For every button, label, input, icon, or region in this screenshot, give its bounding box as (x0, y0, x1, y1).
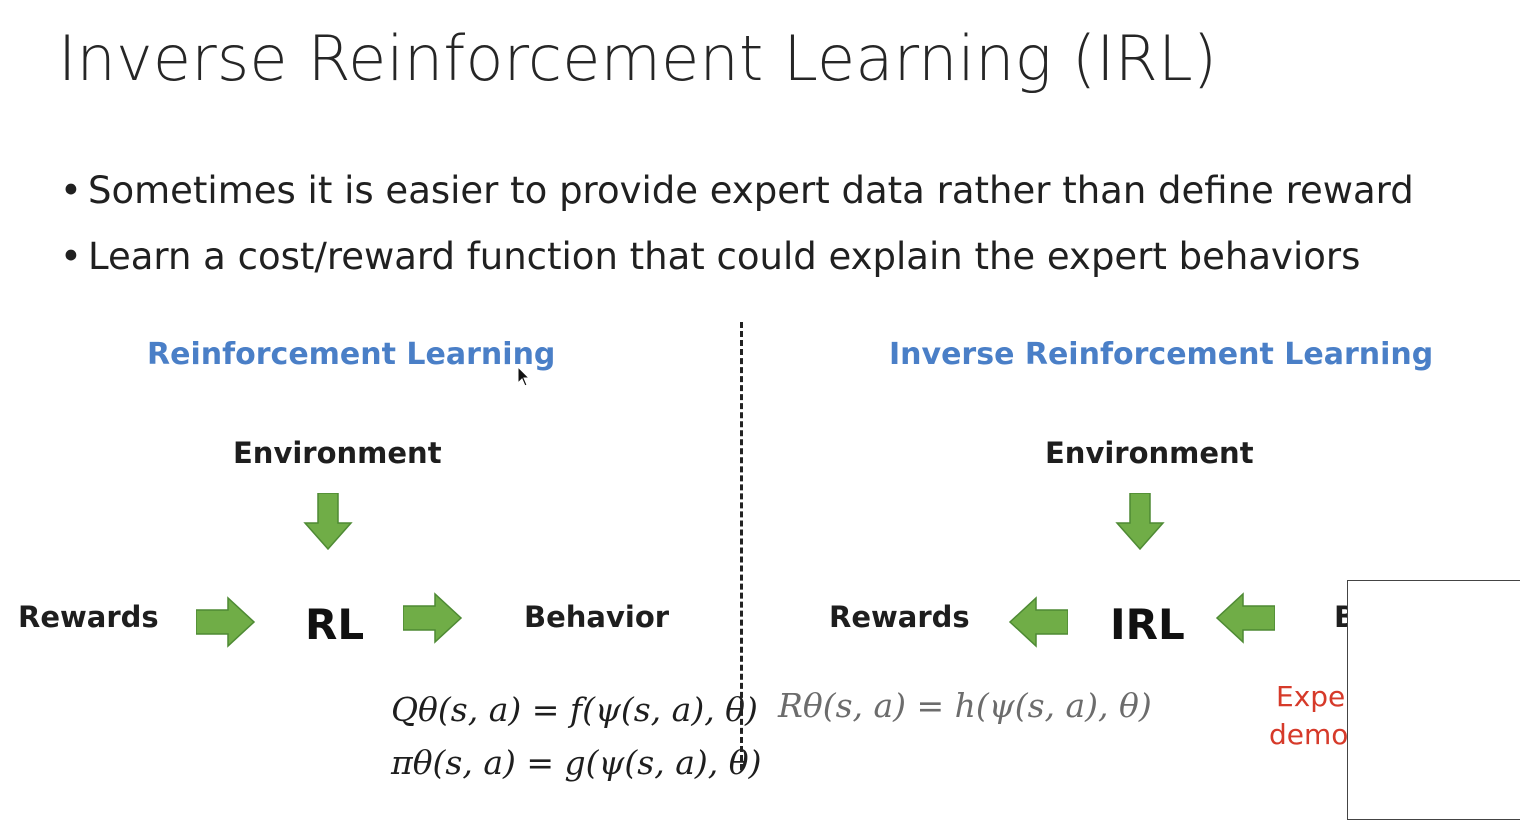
green-arrow-left-icon (1008, 596, 1068, 648)
rl-heading: Reinforcement Learning (147, 337, 556, 372)
mouse-pointer-icon (517, 366, 531, 387)
green-arrow-down-icon (303, 493, 353, 551)
rl-environment-label: Environment (233, 436, 442, 470)
demo-label-partial: demo (1269, 718, 1349, 751)
green-arrow-right-icon (403, 592, 463, 644)
green-arrow-right-icon (196, 596, 256, 648)
bullet-dot: • (60, 169, 82, 212)
irl-rewards-label: Rewards (829, 600, 970, 634)
bullet-text: Learn a cost/reward function that could … (88, 235, 1361, 278)
panel-divider (740, 322, 743, 770)
irl-r-equation: Rθ(s, a) = h(ψ(s, a), θ) (778, 686, 1152, 725)
green-arrow-down-icon (1115, 493, 1165, 551)
rl-pi-equation: πθ(s, a) = g(ψ(s, a), θ) (391, 743, 762, 782)
rl-rewards-label: Rewards (18, 600, 159, 634)
rl-q-equation: Qθ(s, a) = f(ψ(s, a), θ) (391, 690, 758, 729)
bullet-item: • Learn a cost/reward function that could… (60, 224, 1414, 290)
rl-behavior-label: Behavior (524, 600, 670, 634)
bullet-list: • Sometimes it is easier to provide exper… (60, 158, 1414, 290)
irl-center-label: IRL (1110, 600, 1185, 649)
overlay-panel (1347, 580, 1520, 820)
bullet-text: Sometimes it is easier to provide expert… (88, 169, 1414, 212)
expert-label-partial: Exper (1276, 680, 1357, 713)
irl-heading: Inverse Reinforcement Learning (889, 337, 1434, 372)
green-arrow-left-icon (1215, 592, 1275, 644)
bullet-item: • Sometimes it is easier to provide exper… (60, 158, 1414, 224)
slide-title: Inverse Reinforcement Learning (IRL) (58, 22, 1218, 95)
irl-environment-label: Environment (1045, 436, 1254, 470)
bullet-dot: • (60, 235, 82, 278)
rl-center-label: RL (305, 600, 365, 649)
